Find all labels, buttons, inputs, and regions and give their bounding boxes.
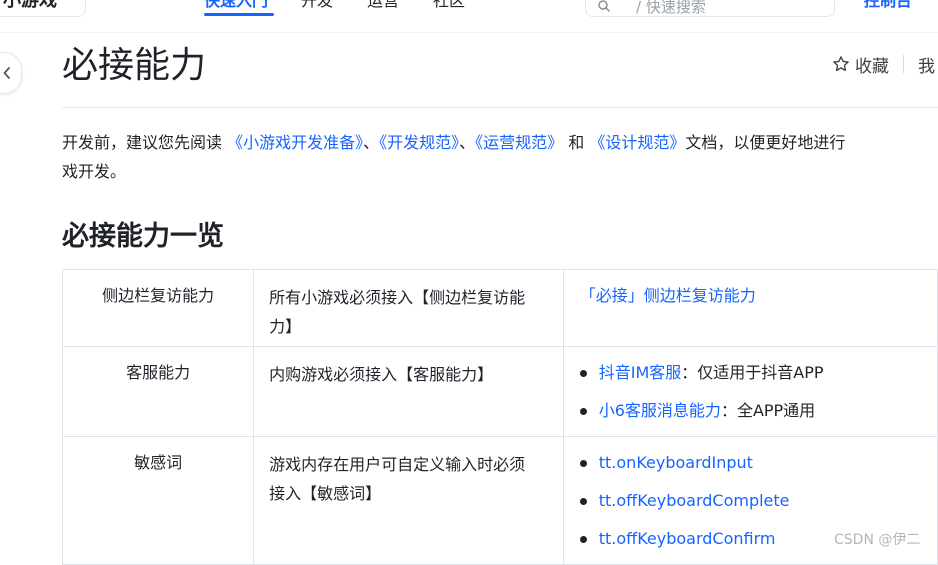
intro-and: 和 bbox=[568, 133, 585, 152]
table-row: 敏感词 游戏内存在用户可自定义输入时必须 接入【敏感词】 tt.onKeyboar… bbox=[61, 436, 938, 565]
page-title: 必接能力 bbox=[62, 45, 207, 86]
link-list: 抖音IM客服：仅适用于抖音APP 小6客服消息能力：全APP通用 bbox=[579, 360, 937, 436]
search-input[interactable]: / 快速搜索 bbox=[585, 0, 835, 17]
intro-suffix: 文档，以便更好地进行 bbox=[685, 133, 846, 152]
brand-box[interactable]: 小游戏 bbox=[0, 0, 86, 17]
header-divider bbox=[0, 32, 938, 33]
customer-message-link[interactable]: 小6客服消息能力 bbox=[599, 401, 721, 420]
nav-item-quickstart[interactable]: 快速入门 bbox=[204, 0, 268, 11]
ability-desc: 内购游戏必须接入【客服能力】 bbox=[269, 365, 494, 384]
sidebar-collapse-button[interactable] bbox=[0, 52, 22, 94]
ability-desc-cell: 所有小游戏必须接入【侧边栏复访能 力】 bbox=[253, 269, 564, 347]
section-title: 必接能力一览 bbox=[62, 221, 224, 252]
link-ops-spec[interactable]: 《运营规范》 bbox=[475, 133, 563, 152]
ability-name-cell: 客服能力 bbox=[61, 346, 255, 437]
favorite-label: 收藏 bbox=[855, 56, 889, 77]
ability-name-cell: 敏感词 bbox=[61, 436, 255, 565]
sidebar-revisit-link[interactable]: 「必接」侧边栏复访能力 bbox=[580, 286, 756, 305]
intro-sep-1: 、 bbox=[363, 133, 380, 152]
star-icon bbox=[833, 56, 849, 72]
nav-item-community[interactable]: 社区 bbox=[433, 0, 465, 11]
nav-item-develop[interactable]: 开发 bbox=[301, 0, 333, 11]
title-divider bbox=[62, 107, 938, 108]
list-item: 抖音IM客服：仅适用于抖音APP bbox=[579, 360, 937, 398]
list-item: tt.offKeyboardComplete bbox=[579, 488, 937, 526]
ability-name: 敏感词 bbox=[134, 453, 183, 472]
ability-link-cell: 「必接」侧边栏复访能力 bbox=[562, 269, 938, 347]
ability-link-cell: 抖音IM客服：仅适用于抖音APP 小6客服消息能力：全APP通用 bbox=[562, 346, 938, 437]
intro-prefix: 开发前，建议您先阅读 bbox=[62, 133, 223, 152]
list-item-note: ：仅适用于抖音APP bbox=[681, 363, 824, 382]
list-item: 小6客服消息能力：全APP通用 bbox=[579, 398, 937, 436]
off-keyboard-confirm-link[interactable]: tt.offKeyboardConfirm bbox=[599, 529, 776, 548]
table-row: 侧边栏复访能力 所有小游戏必须接入【侧边栏复访能 力】 「必接」侧边栏复访能力 bbox=[61, 269, 938, 347]
intro-paragraph: 开发前，建议您先阅读 《小游戏开发准备》、《开发规范》、《运营规范》 和 《设计… bbox=[62, 128, 938, 186]
link-dev-spec[interactable]: 《开发规范》 bbox=[379, 133, 459, 152]
off-keyboard-complete-link[interactable]: tt.offKeyboardComplete bbox=[599, 491, 790, 510]
active-tab-indicator bbox=[204, 13, 274, 16]
brand-title: 小游戏 bbox=[3, 0, 57, 11]
console-link[interactable]: 控制台 bbox=[864, 0, 912, 11]
ability-desc-cell: 游戏内存在用户可自定义输入时必须 接入【敏感词】 bbox=[253, 436, 564, 565]
link-dev-preparation[interactable]: 《小游戏开发准备》 bbox=[227, 133, 363, 152]
table-row: 客服能力 内购游戏必须接入【客服能力】 抖音IM客服：仅适用于抖音APP 小6客… bbox=[61, 346, 938, 437]
list-item: tt.onKeyboardInput bbox=[579, 450, 937, 488]
intro-sep-2: 、 bbox=[459, 133, 476, 152]
action-divider bbox=[903, 55, 904, 73]
csdn-watermark: CSDN @伊二 bbox=[834, 532, 921, 548]
ability-desc-line-1: 所有小游戏必须接入【侧边栏复访能 bbox=[269, 288, 526, 307]
more-action-label[interactable]: 我 bbox=[918, 52, 935, 77]
douyin-im-service-link[interactable]: 抖音IM客服 bbox=[599, 363, 682, 382]
intro-line-2: 戏开发。 bbox=[62, 162, 127, 181]
ability-desc-cell: 内购游戏必须接入【客服能力】 bbox=[253, 346, 564, 437]
ability-name-cell: 侧边栏复访能力 bbox=[61, 269, 255, 347]
ability-name: 侧边栏复访能力 bbox=[102, 286, 215, 305]
title-actions: 收藏 我 bbox=[832, 52, 935, 77]
ability-name: 客服能力 bbox=[126, 363, 191, 382]
favorite-button[interactable]: 收藏 bbox=[832, 52, 889, 77]
list-item-note: ：全APP通用 bbox=[720, 401, 816, 420]
search-placeholder: / 快速搜索 bbox=[636, 0, 706, 16]
ability-table: 侧边栏复访能力 所有小游戏必须接入【侧边栏复访能 力】 「必接」侧边栏复访能力 客… bbox=[61, 269, 938, 565]
ability-desc-line-1: 游戏内存在用户可自定义输入时必须 bbox=[269, 455, 526, 474]
ability-desc-line-2: 力】 bbox=[269, 317, 302, 336]
on-keyboard-input-link[interactable]: tt.onKeyboardInput bbox=[599, 453, 753, 472]
top-navigation: 小游戏 快速入门 开发 运营 社区 / 快速搜索 控制台 bbox=[0, 0, 938, 32]
chevron-left-icon bbox=[3, 67, 10, 79]
link-design-spec[interactable]: 《设计规范》 bbox=[589, 133, 685, 152]
search-icon bbox=[598, 0, 610, 12]
ability-desc-line-2: 接入【敏感词】 bbox=[269, 484, 382, 503]
nav-item-operate[interactable]: 运营 bbox=[367, 0, 399, 11]
